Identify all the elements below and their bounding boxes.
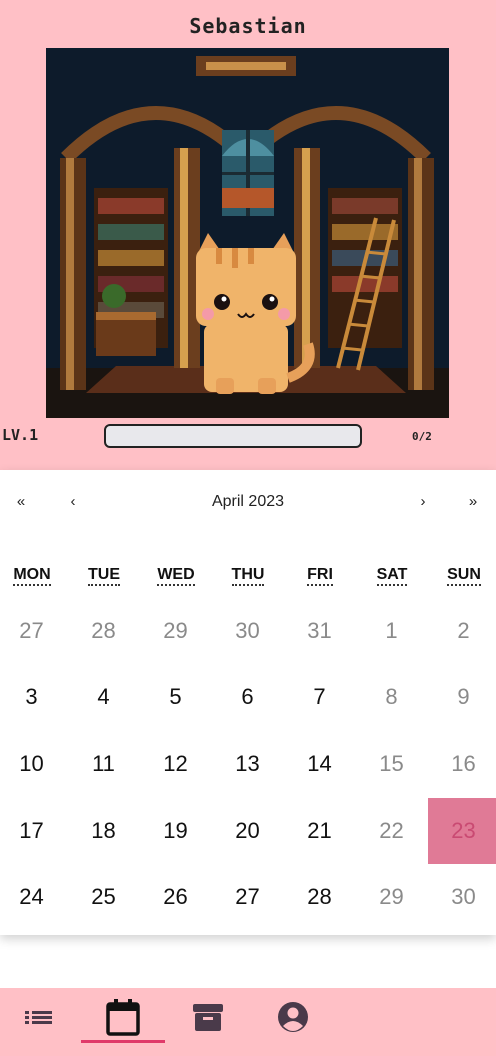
- calendar-day[interactable]: 2: [428, 598, 496, 664]
- calendar-day[interactable]: 16: [428, 731, 496, 797]
- bottom-navigation: [0, 988, 496, 1056]
- calendar-day[interactable]: 13: [212, 731, 283, 797]
- calendar-day[interactable]: 24: [0, 864, 67, 930]
- archive-icon: [193, 1004, 223, 1031]
- list-icon: [25, 1011, 52, 1024]
- level-label: LV.1: [2, 426, 39, 444]
- tab-archive[interactable]: [166, 988, 250, 1046]
- weekday-sun: SUN: [428, 566, 496, 586]
- next-year-button[interactable]: »: [458, 490, 488, 514]
- calendar-day[interactable]: 26: [140, 864, 211, 930]
- weekday-mon: MON: [0, 566, 68, 586]
- xp-count: 0/2: [412, 430, 432, 443]
- tab-calendar[interactable]: [81, 988, 165, 1046]
- pet-panel: Sebastian LV.1 0/2: [0, 0, 496, 470]
- calendar-day[interactable]: 12: [140, 731, 211, 797]
- pet-name: Sebastian: [189, 14, 307, 38]
- calendar-day[interactable]: 19: [140, 798, 211, 864]
- weekday-fri: FRI: [284, 566, 356, 586]
- calendar-day[interactable]: 15: [356, 731, 427, 797]
- weekday-label: THU: [231, 566, 265, 586]
- calendar-icon: [106, 999, 140, 1036]
- calendar-day[interactable]: 23: [428, 798, 496, 864]
- pet-scene-image: [46, 48, 449, 418]
- calendar-day[interactable]: 6: [212, 664, 283, 730]
- prev-month-button[interactable]: ‹: [58, 490, 88, 514]
- month-label[interactable]: April 2023: [150, 490, 346, 514]
- weekday-wed: WED: [140, 566, 212, 586]
- weekday-label: SUN: [447, 566, 481, 586]
- calendar-day[interactable]: 14: [284, 731, 355, 797]
- calendar-day[interactable]: 21: [284, 798, 355, 864]
- calendar-day[interactable]: 28: [68, 598, 139, 664]
- weekday-tue: TUE: [68, 566, 140, 586]
- tab-list[interactable]: [0, 988, 81, 1046]
- calendar-day[interactable]: 30: [428, 864, 496, 930]
- calendar-day[interactable]: 28: [284, 864, 355, 930]
- calendar: « ‹ April 2023 › » MON TUE WED THU FRI SAT SUN…: [0, 470, 496, 935]
- calendar-day[interactable]: 20: [212, 798, 283, 864]
- weekday-label: FRI: [307, 566, 333, 586]
- calendar-day[interactable]: 10: [0, 731, 67, 797]
- calendar-day[interactable]: 11: [68, 731, 139, 797]
- calendar-day[interactable]: 17: [0, 798, 67, 864]
- calendar-day[interactable]: 29: [356, 864, 427, 930]
- calendar-day[interactable]: 9: [428, 664, 496, 730]
- weekday-label: MON: [13, 566, 51, 586]
- calendar-day[interactable]: 8: [356, 664, 427, 730]
- weekday-thu: THU: [212, 566, 284, 586]
- weekday-label: WED: [157, 566, 195, 586]
- account-icon: [278, 1002, 308, 1032]
- weekday-label: TUE: [88, 566, 120, 586]
- calendar-day[interactable]: 1: [356, 598, 427, 664]
- calendar-day[interactable]: 5: [140, 664, 211, 730]
- calendar-day[interactable]: 22: [356, 798, 427, 864]
- calendar-day[interactable]: 30: [212, 598, 283, 664]
- cat-library-illustration: [46, 48, 449, 418]
- calendar-day[interactable]: 18: [68, 798, 139, 864]
- tab-account[interactable]: [251, 988, 335, 1046]
- calendar-day[interactable]: 29: [140, 598, 211, 664]
- weekday-sat: SAT: [356, 566, 428, 586]
- calendar-day[interactable]: 4: [68, 664, 139, 730]
- xp-progress-bar: [104, 424, 362, 448]
- calendar-day[interactable]: 31: [284, 598, 355, 664]
- weekday-label: SAT: [376, 566, 408, 586]
- calendar-navigation: « ‹ April 2023 › »: [0, 470, 496, 532]
- active-tab-indicator: [81, 1040, 165, 1043]
- calendar-day[interactable]: 27: [212, 864, 283, 930]
- calendar-day[interactable]: 25: [68, 864, 139, 930]
- calendar-day[interactable]: 3: [0, 664, 67, 730]
- prev-year-button[interactable]: «: [6, 490, 36, 514]
- calendar-day[interactable]: 7: [284, 664, 355, 730]
- calendar-day[interactable]: 27: [0, 598, 67, 664]
- next-month-button[interactable]: ›: [408, 490, 438, 514]
